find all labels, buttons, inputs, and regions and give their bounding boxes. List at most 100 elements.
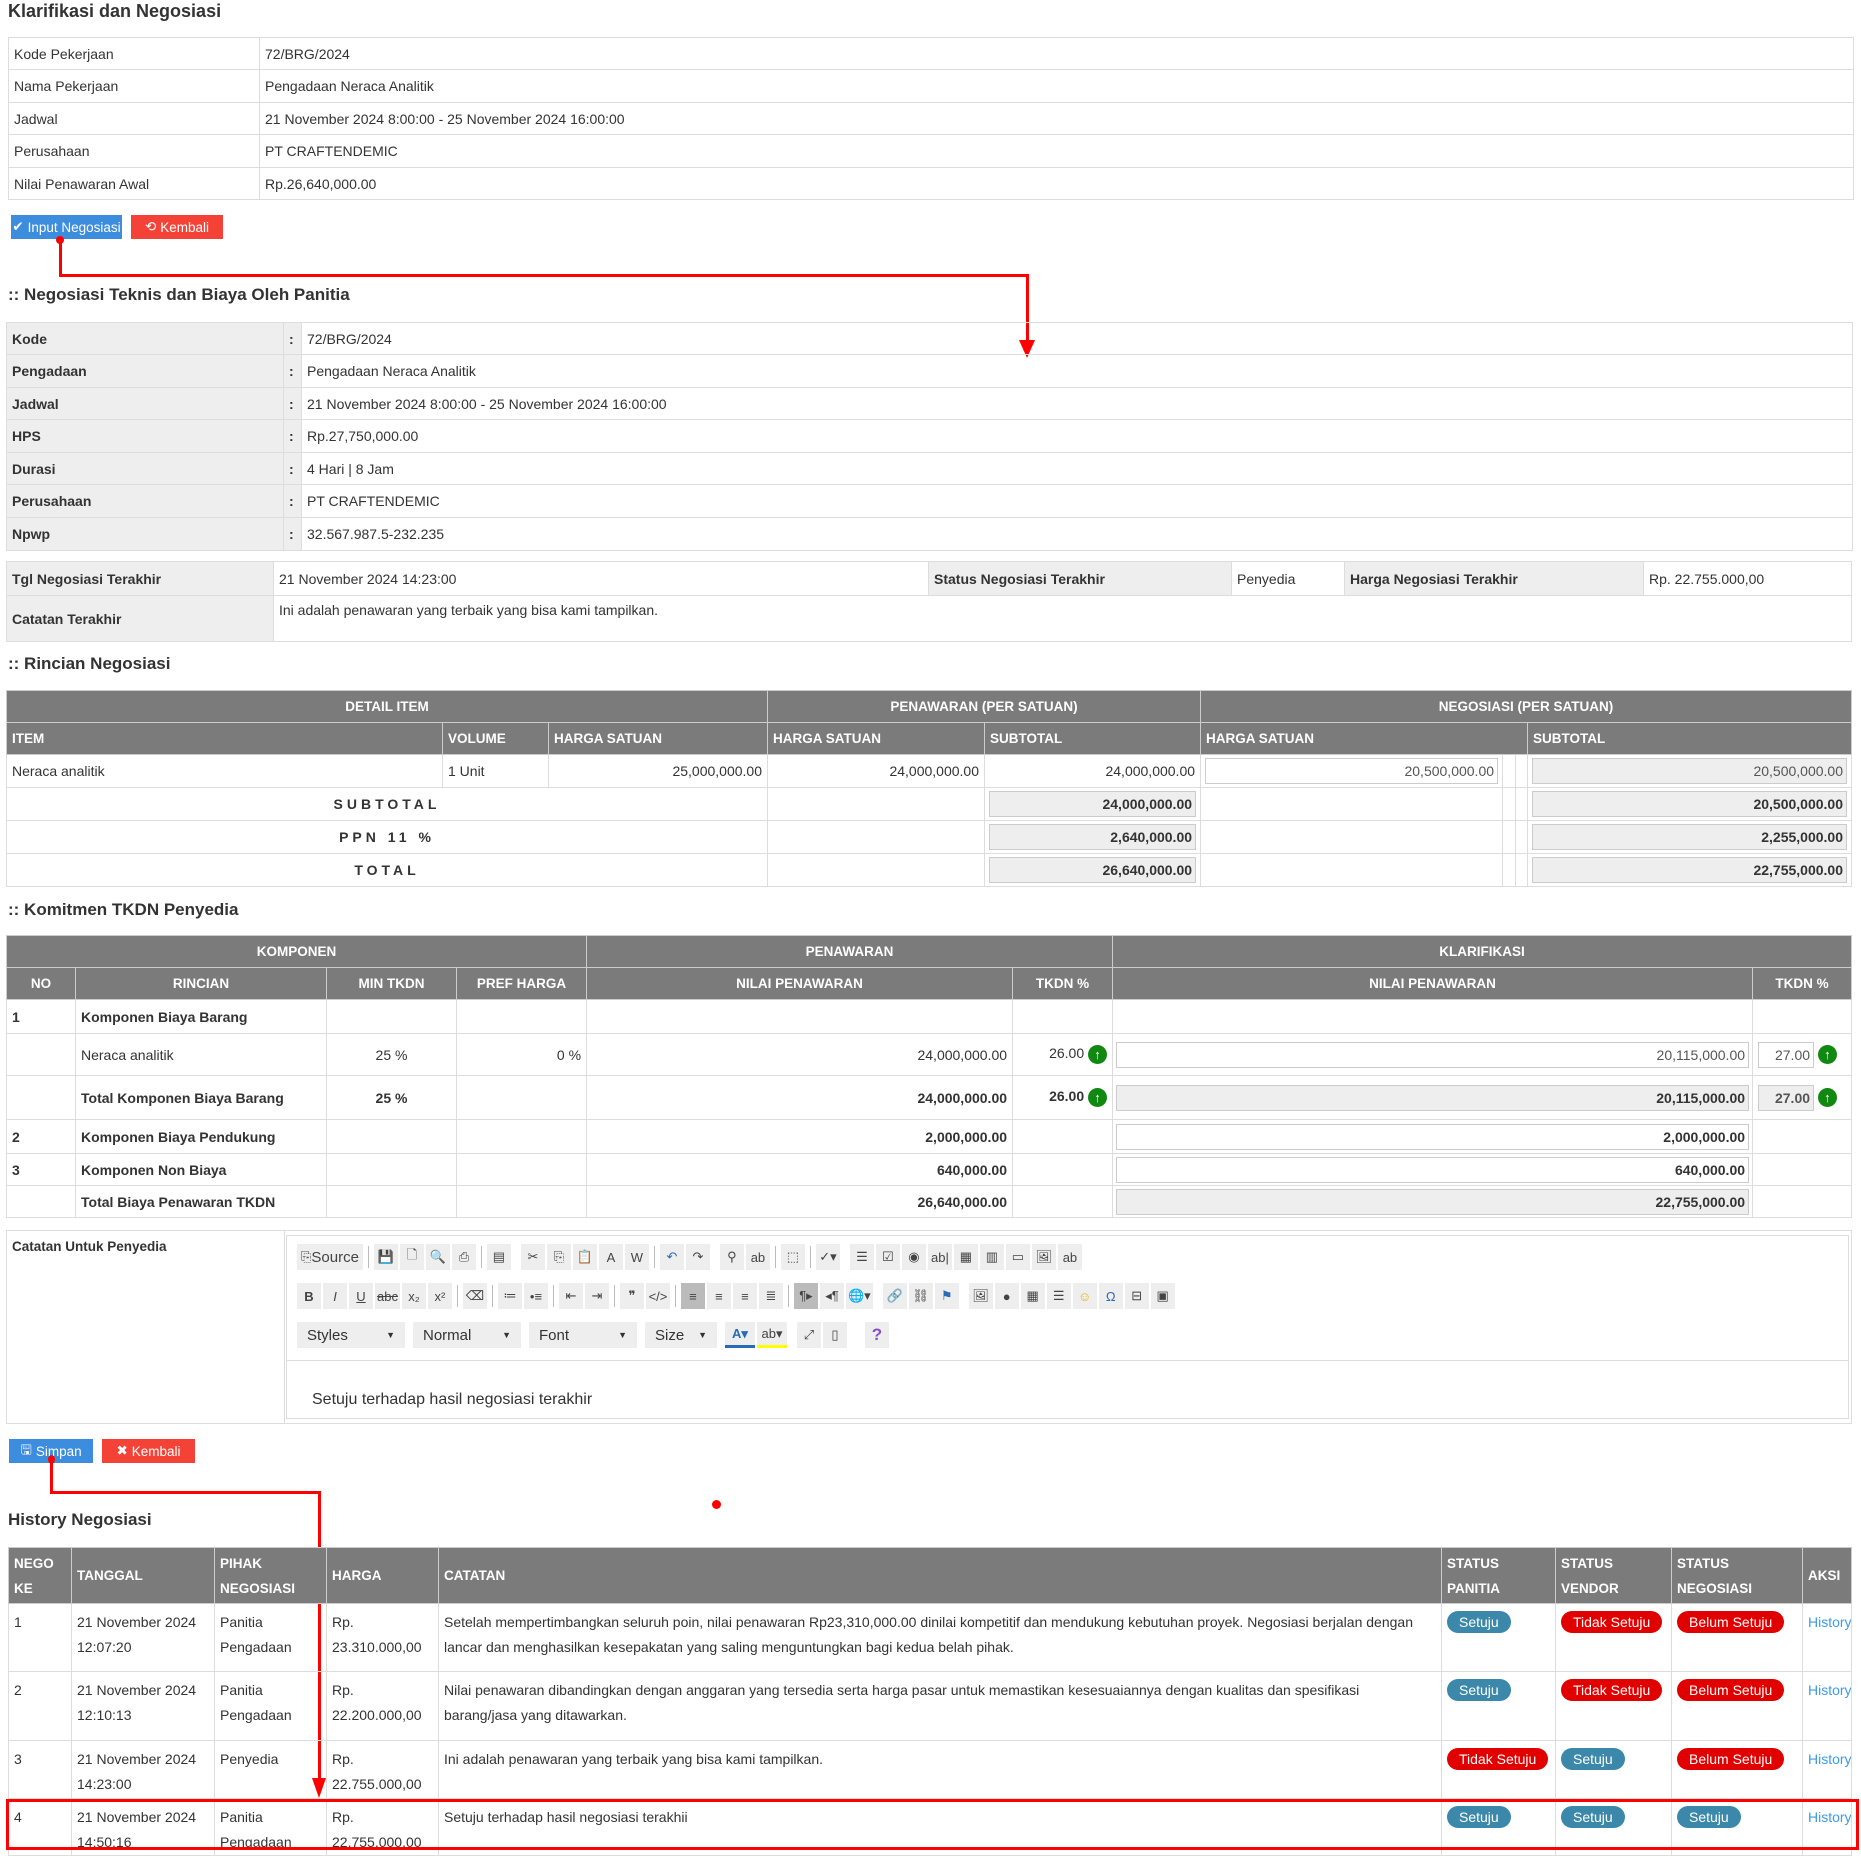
print-icon[interactable]: ⎙ — [451, 1244, 476, 1270]
undo-icon[interactable]: ↶ — [659, 1244, 684, 1270]
horizontal-rule-icon[interactable]: ☰ — [1046, 1283, 1071, 1309]
history-link[interactable]: History — [1808, 1682, 1851, 1698]
smiley-icon[interactable]: ☺ — [1072, 1283, 1097, 1309]
select-icon[interactable]: ▥ — [979, 1244, 1004, 1270]
tanggal: 21 November 2024 12:10:13 — [71, 1671, 215, 1741]
new-page-icon[interactable]: 🗋 — [399, 1244, 424, 1270]
form-icon[interactable]: ☰ — [849, 1244, 874, 1270]
copy-icon[interactable]: ⎘ — [546, 1244, 571, 1270]
link-icon[interactable]: 🔗 — [882, 1283, 907, 1309]
background-color-icon[interactable]: ab▾ — [757, 1322, 787, 1348]
text-color-icon[interactable]: A▾ — [725, 1322, 755, 1348]
klar-nilai-input[interactable]: 20,115,000.00 — [1116, 1041, 1750, 1068]
templates-icon[interactable]: ▤ — [486, 1244, 511, 1270]
job-info-table: Kode Pekerjaan 72/BRG/2024 Nama Pekerjaan… — [8, 37, 1854, 200]
strikethrough-icon[interactable]: abc — [375, 1283, 400, 1309]
language-icon[interactable]: 🌐▾ — [845, 1283, 873, 1309]
align-right-icon[interactable]: ≡ — [732, 1283, 757, 1309]
source-icon[interactable]: ⎘ Source — [297, 1244, 363, 1270]
subscript-icon[interactable]: x₂ — [401, 1283, 426, 1309]
bold-icon[interactable]: B — [297, 1283, 321, 1309]
styles-dropdown[interactable]: Styles ▼ — [297, 1322, 405, 1348]
arrow-up-circle-icon: ↑ — [1088, 1045, 1108, 1064]
col-status-vendor: STATUS VENDOR — [1555, 1547, 1672, 1604]
editor-content[interactable]: Setuju terhadap hasil negosiasi terakhir — [312, 1391, 592, 1409]
col-rincian: RINCIAN — [75, 967, 327, 1000]
underline-icon[interactable]: U — [349, 1283, 373, 1309]
kembali-label: Kembali — [160, 219, 210, 235]
neg-harga-input[interactable]: 20,500,000.00 — [1205, 758, 1499, 784]
arrow-up-circle-icon: ↑ — [1088, 1088, 1108, 1107]
button-icon[interactable]: ▭ — [1005, 1244, 1030, 1270]
blockquote-icon[interactable]: ❞ — [619, 1283, 644, 1309]
page-break-icon[interactable]: ⊟ — [1124, 1283, 1149, 1309]
toolbar-separator — [787, 1285, 789, 1307]
harga: Rp. 23.310.000,00 — [326, 1603, 439, 1672]
kembali-button[interactable]: ⟲ Kembali — [131, 215, 223, 239]
teknis-table: Kode:72/BRG/2024 Pengadaan: Pengadaan Ner… — [6, 322, 1853, 551]
rich-text-editor: ⎘ Source 💾 🗋 🔍 ⎙ ▤ ✂ ⎘ 📋 A W ↶ ↷ ⚲ ab ⬚ ✓▾ ☰ ☑ ◉ ab| ▦ ▥ ▭ 🖼 ab B… — [286, 1235, 1849, 1419]
spellcheck-icon[interactable]: ✓▾ — [815, 1244, 840, 1270]
status-badge: Tidak Setuju — [1447, 1748, 1549, 1770]
cut-icon[interactable]: ✂ — [520, 1244, 545, 1270]
textarea-icon[interactable]: ▦ — [953, 1244, 978, 1270]
outdent-icon[interactable]: ⇤ — [558, 1283, 583, 1309]
format-dropdown[interactable]: Normal ▼ — [413, 1322, 521, 1348]
paste-word-icon[interactable]: W — [624, 1244, 649, 1270]
size-dropdown[interactable]: Size ▼ — [645, 1322, 717, 1348]
annotation-highlight-box — [6, 1799, 1859, 1850]
preview-icon[interactable]: 🔍 — [425, 1244, 450, 1270]
rtl-icon[interactable]: ◂¶ — [819, 1283, 844, 1309]
image-button-icon[interactable]: 🖼 — [1031, 1244, 1056, 1270]
klar-nilai-input[interactable]: 640,000.00 — [1116, 1156, 1750, 1183]
help-icon[interactable]: ? — [865, 1322, 889, 1348]
text-field-icon[interactable]: ab| — [927, 1244, 952, 1270]
klar-nilai-input[interactable]: 2,000,000.00 — [1116, 1123, 1750, 1150]
row-nilai: 640,000.00 — [586, 1153, 1014, 1186]
status-value: Penyedia — [1231, 561, 1345, 596]
bulleted-list-icon[interactable]: •≡ — [523, 1283, 548, 1309]
paste-text-icon[interactable]: A — [598, 1244, 623, 1270]
klar-tkdn-input[interactable]: 27.00 — [1758, 1041, 1815, 1068]
redo-icon[interactable]: ↷ — [685, 1244, 710, 1270]
checkbox-icon[interactable]: ☑ — [875, 1244, 900, 1270]
radio-icon[interactable]: ◉ — [901, 1244, 926, 1270]
tanggal: 21 November 2024 14:23:00 — [71, 1740, 215, 1799]
save-icon[interactable]: 💾 — [373, 1244, 398, 1270]
unlink-icon[interactable]: ⛓ — [908, 1283, 933, 1309]
font-dropdown[interactable]: Font ▼ — [529, 1322, 637, 1348]
superscript-icon[interactable]: x² — [427, 1283, 452, 1309]
catatan: Nilai penawaran dibandingkan dengan angg… — [438, 1671, 1442, 1741]
special-char-icon[interactable]: Ω — [1098, 1283, 1123, 1309]
replace-icon[interactable]: ab — [745, 1244, 770, 1270]
align-center-icon[interactable]: ≡ — [706, 1283, 731, 1309]
history-title: History Negosiasi — [8, 1510, 152, 1529]
flash-icon[interactable]: ● — [994, 1283, 1019, 1309]
table-icon[interactable]: ▦ — [1020, 1283, 1045, 1309]
ltr-icon[interactable]: ¶▸ — [793, 1283, 818, 1309]
paste-icon[interactable]: 📋 — [572, 1244, 597, 1270]
create-div-icon[interactable]: </> — [645, 1283, 670, 1309]
select-all-icon[interactable]: ⬚ — [780, 1244, 805, 1270]
history-link[interactable]: History — [1808, 1751, 1851, 1767]
remove-format-icon[interactable]: ⌫ — [462, 1283, 487, 1309]
numbered-list-icon[interactable]: ≔ — [497, 1283, 522, 1309]
hidden-field-icon[interactable]: ab — [1057, 1244, 1082, 1270]
history-link[interactable]: History — [1808, 1614, 1851, 1630]
anchor-icon[interactable]: ⚑ — [934, 1283, 959, 1309]
indent-icon[interactable]: ⇥ — [584, 1283, 609, 1309]
align-left-icon[interactable]: ≡ — [680, 1283, 705, 1309]
align-justify-icon[interactable]: ≣ — [758, 1283, 783, 1309]
teknis-label: Npwp — [6, 517, 284, 551]
status-badge: Setuju — [1447, 1679, 1511, 1701]
italic-icon[interactable]: I — [323, 1283, 347, 1309]
input-negosiasi-button[interactable]: ✔ Input Negosiasi — [11, 215, 122, 239]
kembali-bottom-button[interactable]: ✖ Kembali — [102, 1439, 195, 1463]
find-icon[interactable]: ⚲ — [719, 1244, 744, 1270]
klar-tkdn-field: 27.00 — [1758, 1084, 1815, 1111]
maximize-icon[interactable]: ⤢ — [797, 1322, 821, 1348]
show-blocks-icon[interactable]: ▯ — [823, 1322, 847, 1348]
info-row: Jadwal 21 November 2024 8:00:00 - 25 Nove… — [8, 102, 1854, 135]
iframe-icon[interactable]: ▣ — [1150, 1283, 1175, 1309]
image-icon[interactable]: 🖼 — [968, 1283, 993, 1309]
